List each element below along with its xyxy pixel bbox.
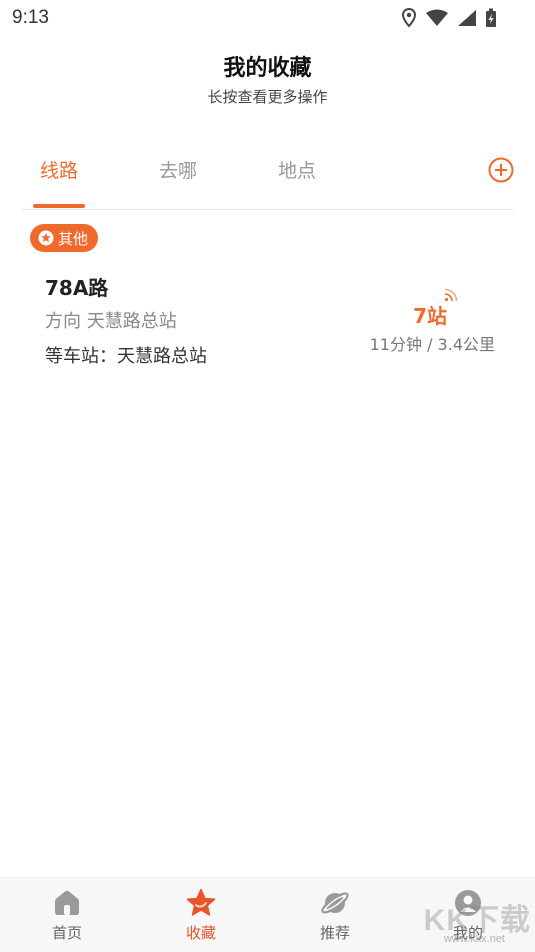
tab-routes[interactable]: 线路 — [19, 156, 99, 183]
page-title: 我的收藏 — [223, 56, 312, 81]
nav-home[interactable]: 首页 — [22, 888, 112, 943]
star-badge-icon — [38, 230, 54, 246]
watermark: KK下载 www.kkx.net — [424, 895, 531, 945]
tab-destinations[interactable]: 去哪 — [138, 156, 218, 183]
nav-favorites-label: 收藏 — [185, 924, 216, 942]
route-direction: 方向 天慧路总站 — [45, 311, 177, 332]
battery-icon — [486, 8, 496, 27]
nav-favorites[interactable]: 收藏 — [156, 888, 246, 943]
active-tab-indicator — [33, 204, 85, 208]
status-time: 9:13 — [12, 7, 49, 28]
cell-signal-icon — [458, 10, 476, 26]
nav-recommend-label: 推荐 — [319, 924, 350, 942]
tab-divider — [22, 209, 513, 210]
nav-home-label: 首页 — [51, 924, 82, 942]
route-name: 78A路 — [45, 276, 109, 300]
location-icon — [401, 8, 417, 28]
page-subtitle: 长按查看更多操作 — [207, 88, 328, 106]
stops-away: 7站 — [413, 304, 447, 328]
nav-recommend[interactable]: 推荐 — [290, 888, 380, 943]
add-circle-icon[interactable] — [487, 156, 515, 184]
tab-bar: 线路 去哪 地点 — [0, 148, 535, 208]
group-badge-label: 其他 — [58, 229, 89, 248]
status-bar: 9:13 — [0, 0, 535, 36]
planet-icon — [321, 892, 349, 914]
star-icon — [186, 888, 216, 916]
route-card[interactable]: 78A路 方向 天慧路总站 等车站：天慧路总站 7站 11分钟 / 3.4公里 — [22, 262, 513, 382]
route-waiting-stop: 等车站：天慧路总站 — [45, 346, 207, 367]
group-badge[interactable]: 其他 — [30, 224, 99, 252]
page-header: 我的收藏 长按查看更多操作 — [0, 50, 535, 107]
tab-places[interactable]: 地点 — [257, 156, 337, 183]
wifi-icon — [426, 9, 448, 26]
watermark-url: www.kkx.net — [443, 933, 505, 945]
eta-distance: 11分钟 / 3.4公里 — [369, 335, 495, 354]
status-icons — [401, 8, 497, 28]
home-icon — [55, 890, 79, 915]
